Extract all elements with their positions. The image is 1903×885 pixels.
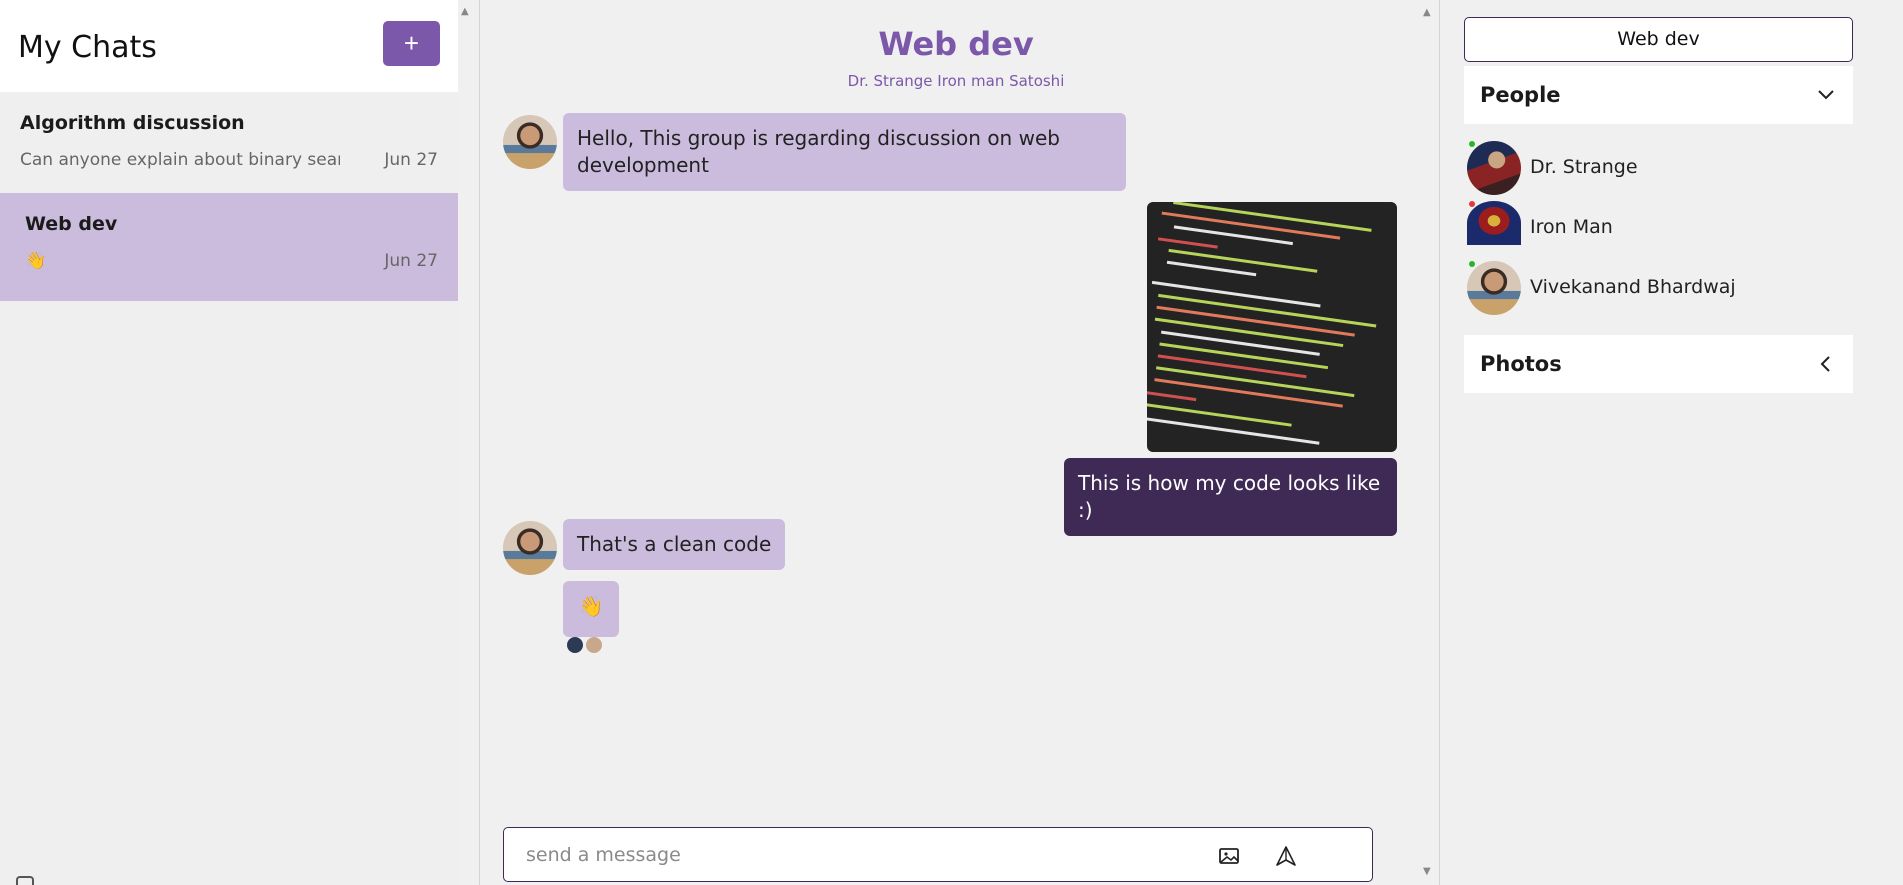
seen-avatar [567, 637, 583, 653]
chat-item-preview: 👋 [25, 251, 47, 271]
divider [479, 0, 480, 885]
people-section-header[interactable]: People [1464, 66, 1853, 124]
seen-avatar [586, 637, 602, 653]
new-chat-button[interactable]: + [383, 21, 440, 66]
chat-app: My Chats + Algorithm discussion Can anyo… [0, 0, 1903, 885]
person-item[interactable]: Iron Man [1464, 199, 1853, 257]
avatar[interactable] [503, 521, 557, 575]
chevron-down-icon[interactable] [1817, 86, 1835, 104]
image-icon[interactable] [1218, 845, 1240, 867]
message-composer [503, 827, 1373, 882]
scroll-down-arrow-icon[interactable]: ▼ [1423, 866, 1431, 877]
scroll-up-arrow-icon[interactable]: ▲ [1423, 7, 1431, 18]
code-screenshot-image[interactable] [1147, 202, 1397, 452]
code-lines [1147, 202, 1377, 445]
person-item[interactable]: Dr. Strange [1464, 139, 1853, 197]
chat-item-date: Jun 27 [384, 150, 438, 170]
chat-item-date: Jun 27 [384, 251, 438, 271]
plus-icon: + [403, 28, 420, 58]
chevron-left-icon[interactable] [1817, 355, 1835, 373]
chat-item-name: Web dev [25, 213, 118, 235]
photos-section-header[interactable]: Photos [1464, 335, 1853, 393]
send-icon[interactable] [1275, 845, 1297, 867]
chat-item-name: Algorithm discussion [20, 112, 245, 134]
avatar[interactable] [503, 115, 557, 169]
chat-item-algorithm-discussion[interactable]: Algorithm discussion Can anyone explain … [0, 92, 458, 200]
people-title: People [1480, 83, 1561, 107]
group-name-button[interactable]: Web dev [1464, 17, 1853, 62]
person-item[interactable]: Vivekanand Bhardwaj [1464, 259, 1853, 317]
avatar [1467, 141, 1521, 195]
online-status-icon [1469, 141, 1475, 147]
message-bubble-mine: This is how my code looks like :) [1064, 458, 1397, 536]
divider [1439, 0, 1440, 885]
chats-sidebar: My Chats + Algorithm discussion Can anyo… [0, 0, 458, 885]
person-name: Dr. Strange [1530, 156, 1638, 178]
chat-item-web-dev[interactable]: Web dev 👋 Jun 27 [0, 193, 458, 301]
sidebar-title: My Chats [18, 30, 157, 65]
person-name: Vivekanand Bhardwaj [1530, 276, 1736, 298]
sidebar-header: My Chats + [0, 0, 458, 92]
message-bubble: Hello, This group is regarding discussio… [563, 113, 1126, 191]
chat-title: Web dev [878, 25, 1034, 63]
avatar [1467, 201, 1521, 245]
message-bubble: 👋 [563, 581, 619, 637]
offline-status-icon [1469, 201, 1475, 207]
online-status-icon [1469, 261, 1475, 267]
partial-icon [16, 876, 34, 885]
scroll-up-arrow-icon[interactable]: ▲ [461, 6, 469, 17]
person-name: Iron Man [1530, 216, 1613, 238]
avatar [1467, 261, 1521, 315]
chat-members: Dr. Strange Iron man Satoshi [847, 72, 1065, 90]
chat-item-preview: Can anyone explain about binary sear [20, 150, 340, 170]
photos-title: Photos [1480, 352, 1562, 376]
sidebar-scrollbar[interactable]: ▲ [458, 0, 475, 885]
message-bubble: That's a clean code [563, 519, 786, 570]
message-input[interactable] [526, 840, 1166, 870]
